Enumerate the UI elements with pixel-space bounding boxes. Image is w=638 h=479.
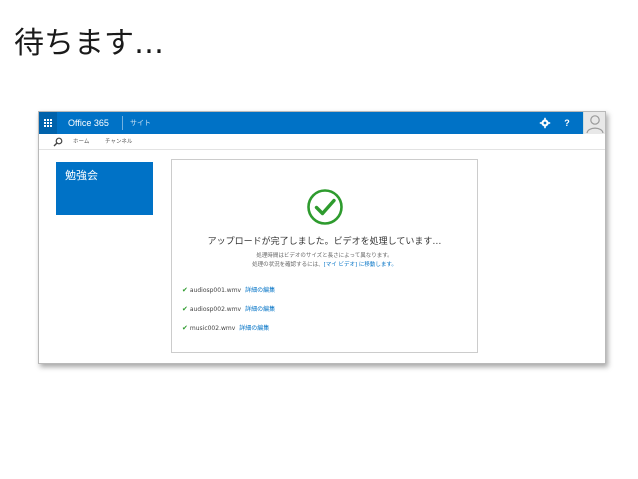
brand-divider [122,116,123,130]
site-title: 勉強会 [65,169,98,182]
file-row: ✔ audiosp001.wmv 詳細の編集 [182,285,275,295]
gear-icon[interactable] [539,117,551,129]
brand-label[interactable]: Office 365 [68,116,109,130]
help-icon[interactable]: ? [561,115,573,131]
waffle-icon [44,119,52,127]
file-row: ✔ audiosp002.wmv 詳細の編集 [182,304,275,314]
office365-screenshot: Office 365 サイト ? ホーム チャンネル 勉強会 アップロードが完了… [38,111,606,364]
file-row: ✔ music002.wmv 詳細の編集 [182,323,269,333]
app-launcher-button[interactable] [39,112,57,134]
edit-details-link[interactable]: 詳細の編集 [245,306,275,313]
check-icon: ✔ [182,324,188,332]
avatar-icon [586,115,604,134]
site-title-tile[interactable]: 勉強会 [56,162,153,215]
nav-link-home[interactable]: ホーム [73,136,89,148]
suite-bar: Office 365 サイト ? [39,112,605,134]
file-name: audiosp001.wmv [189,287,242,294]
processing-status-note: 処理の状況を確認するには、[マイ ビデオ] に移動します。 [172,261,477,270]
check-circle-icon [307,189,343,225]
avatar[interactable] [583,112,605,134]
check-icon: ✔ [182,286,188,294]
sites-link[interactable]: サイト [130,116,151,130]
upload-complete-heading: アップロードが完了しました。ビデオを処理しています… [207,237,442,247]
nav-link-channels[interactable]: チャンネル [105,136,132,148]
search-icon[interactable] [53,137,63,147]
processing-time-note: 処理時間はビデオのサイズと長さによって異なります。 [256,253,393,259]
upload-status-panel: アップロードが完了しました。ビデオを処理しています… 処理時間はビデオのサイズと… [171,159,478,353]
file-name: audiosp002.wmv [189,306,242,313]
file-name: music002.wmv [189,325,236,332]
check-icon: ✔ [182,305,188,313]
status-note-text: 処理の状況を確認するには、 [252,262,324,268]
sub-navigation: ホーム チャンネル [39,134,605,150]
edit-details-link[interactable]: 詳細の編集 [239,325,269,332]
edit-details-link[interactable]: 詳細の編集 [245,287,275,294]
my-videos-link[interactable]: [マイ ビデオ] に移動します。 [324,262,397,268]
slide-title: 待ちます… [14,26,164,61]
